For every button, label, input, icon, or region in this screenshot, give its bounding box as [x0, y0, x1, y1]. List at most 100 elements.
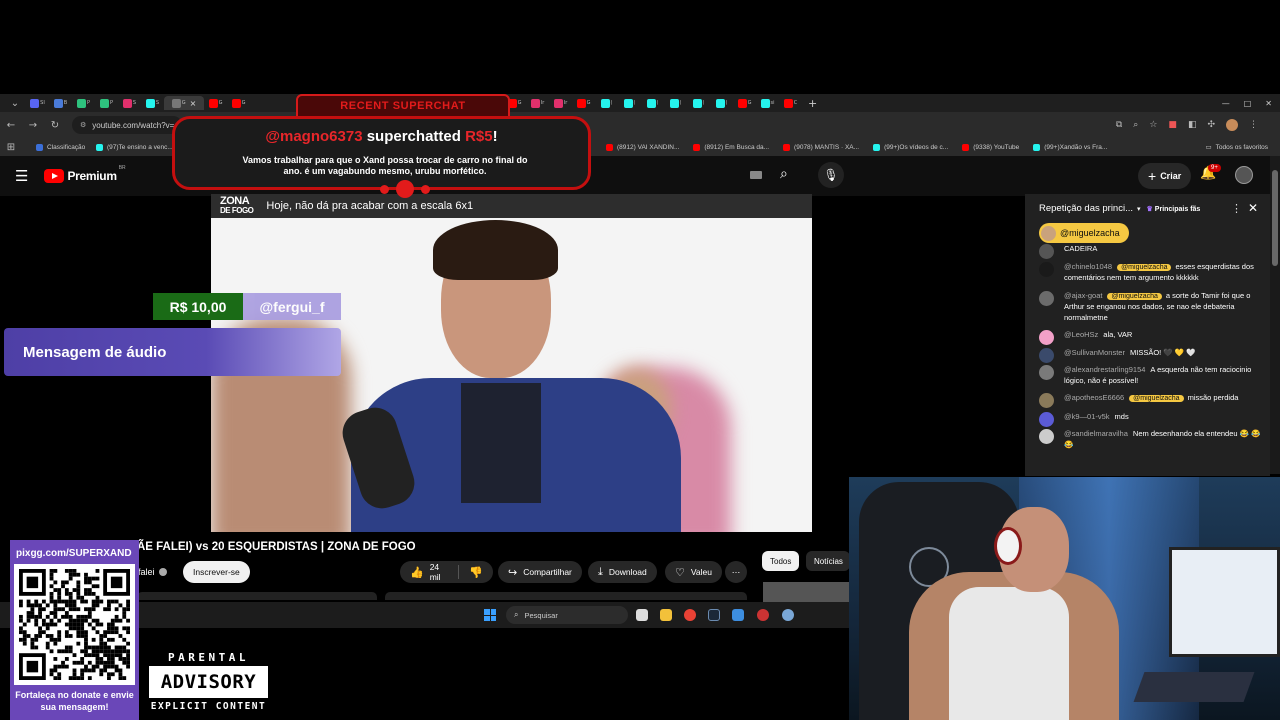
- chat-author[interactable]: @sandielmaravilha: [1064, 429, 1128, 438]
- tab-search-chevron-icon[interactable]: ⌄: [4, 98, 26, 109]
- youtube-premium-logo[interactable]: Premium BR: [44, 165, 126, 183]
- chat-author[interactable]: @k9—01-v5k: [1064, 412, 1110, 421]
- browser-tab[interactable]: S: [118, 96, 141, 110]
- bookmark-item[interactable]: (99+)Xandão vs Fra...: [1033, 143, 1107, 151]
- app-red-icon[interactable]: [757, 609, 769, 621]
- browser-tab[interactable]: P: [95, 96, 118, 110]
- extension-icon[interactable]: ◧: [1188, 120, 1197, 130]
- browser-tab[interactable]: (: [595, 96, 618, 110]
- url-input[interactable]: ⚙ youtube.com/watch?v=c: [72, 116, 182, 134]
- back-arrow-icon[interactable]: ←: [0, 120, 22, 131]
- file-explorer-icon[interactable]: [660, 609, 672, 621]
- chat-author[interactable]: @chinelo1048: [1064, 262, 1112, 271]
- second-bookmark[interactable]: (97)Te ensino a venc...: [96, 138, 173, 156]
- chat-author[interactable]: @alexandrestarling9154: [1064, 365, 1145, 374]
- task-view-icon[interactable]: [636, 609, 648, 621]
- create-button[interactable]: + Criar: [1138, 163, 1192, 189]
- chat-author[interactable]: @SullivanMonster: [1064, 348, 1125, 357]
- browser-tab[interactable]: G: [733, 96, 756, 110]
- chat-author[interactable]: @LeoHSz: [1064, 330, 1098, 339]
- browser-tab[interactable]: G ×: [164, 96, 204, 110]
- close-chat-icon[interactable]: ✕: [1248, 201, 1258, 215]
- bookmark-item[interactable]: (8912) VAI XANDIN...: [606, 143, 679, 151]
- chrome-icon[interactable]: [684, 609, 696, 621]
- maximize-icon[interactable]: □: [1244, 99, 1252, 108]
- steam-icon[interactable]: [708, 609, 720, 621]
- browser-tab[interactable]: si: [756, 96, 779, 110]
- keyboard-icon[interactable]: [750, 171, 762, 179]
- chat-avatar[interactable]: [1039, 429, 1054, 444]
- thumbs-down-icon[interactable]: 👎: [469, 566, 483, 579]
- browser-tab[interactable]: G: [227, 96, 250, 110]
- chat-author[interactable]: @ajax-goat: [1064, 291, 1102, 300]
- chat-author[interactable]: @apotheosE6666: [1064, 393, 1124, 402]
- browser-tab[interactable]: S: [141, 96, 164, 110]
- browser-menu-icon[interactable]: ⋮: [1249, 120, 1258, 130]
- extensions-puzzle-icon[interactable]: ✣: [1207, 120, 1215, 130]
- recommended-thumbnail[interactable]: [763, 582, 849, 602]
- new-tab-button[interactable]: +: [808, 97, 817, 110]
- browser-tab[interactable]: B: [49, 96, 72, 110]
- browser-tab[interactable]: G: [572, 96, 595, 110]
- pinned-user-chip[interactable]: @miguelzacha: [1039, 223, 1129, 243]
- browser-tab[interactable]: Ir: [549, 96, 572, 110]
- browser-tab[interactable]: G: [204, 96, 227, 110]
- bookmark-item[interactable]: (99+)Os vídeos de c...: [873, 143, 948, 151]
- share-button[interactable]: ↪ Compartilhar: [498, 561, 582, 583]
- browser-tab[interactable]: SI: [26, 96, 49, 110]
- thanks-button[interactable]: ♡ Valeu: [665, 561, 722, 583]
- windows-start-icon[interactable]: [484, 609, 496, 621]
- site-info-icon[interactable]: ⚙: [80, 121, 86, 129]
- chat-more-icon[interactable]: ⋮: [1231, 202, 1242, 215]
- zoom-icon[interactable]: ⌕: [1133, 120, 1138, 130]
- account-avatar[interactable]: [1235, 166, 1253, 184]
- chat-avatar[interactable]: [1039, 393, 1054, 408]
- apps-grid-icon[interactable]: ⊞: [0, 142, 22, 153]
- browser-tab[interactable]: C: [779, 96, 802, 110]
- browser-tab[interactable]: (: [641, 96, 664, 110]
- install-app-icon[interactable]: ⧉: [1116, 120, 1122, 130]
- chat-avatar[interactable]: [1039, 347, 1054, 363]
- chat-avatar[interactable]: [1039, 365, 1054, 380]
- chat-avatar[interactable]: [1039, 330, 1054, 345]
- reload-icon[interactable]: ↻: [44, 120, 66, 131]
- browser-tab[interactable]: (: [710, 96, 733, 110]
- minimize-icon[interactable]: —: [1222, 99, 1230, 108]
- chat-avatar[interactable]: [1039, 411, 1054, 427]
- download-button[interactable]: ⤓ Download: [588, 561, 657, 583]
- subscribe-button[interactable]: Inscrever-se: [183, 561, 250, 583]
- more-actions-button[interactable]: ⋯: [725, 561, 747, 583]
- bookmark-star-icon[interactable]: ☆: [1149, 120, 1157, 130]
- extension-red-icon[interactable]: ■: [1168, 120, 1177, 130]
- browser-tab[interactable]: (: [687, 96, 710, 110]
- close-window-icon[interactable]: ✕: [1265, 99, 1272, 108]
- browser-tab[interactable]: (: [664, 96, 687, 110]
- like-count[interactable]: 24 mil: [430, 562, 449, 582]
- taskbar-search[interactable]: ⌕ Pesquisar: [506, 606, 628, 624]
- browser-tab[interactable]: (: [618, 96, 641, 110]
- channel-name[interactable]: falei: [138, 567, 167, 577]
- thumbs-up-icon[interactable]: 👍: [410, 566, 424, 579]
- forward-arrow-icon[interactable]: →: [22, 120, 44, 131]
- bookmark-item[interactable]: (8912) Em Busca da...: [693, 143, 769, 151]
- first-bookmark[interactable]: Classificação: [36, 138, 85, 156]
- settings-gear-icon[interactable]: [782, 609, 794, 621]
- tab-close-icon[interactable]: ×: [190, 99, 197, 108]
- browser-tab[interactable]: P: [72, 96, 95, 110]
- app-blue-icon[interactable]: [732, 609, 744, 621]
- chip-news[interactable]: Notícias: [806, 551, 850, 571]
- search-icon[interactable]: ⌕: [780, 166, 788, 182]
- chat-avatar[interactable]: [1039, 244, 1054, 259]
- browser-tab[interactable]: Ir: [526, 96, 549, 110]
- bookmark-item[interactable]: (9078) MANTIS · XA...: [783, 143, 859, 151]
- bookmark-item[interactable]: (9338) YouTube: [962, 143, 1019, 151]
- chat-header[interactable]: Repetição das princi... ▾ ♛ Principais fã…: [1039, 203, 1200, 214]
- all-bookmarks[interactable]: ▭ Todos os favoritos: [1205, 138, 1268, 156]
- chat-avatar[interactable]: [1039, 261, 1054, 277]
- page-scrollbar-thumb[interactable]: [1272, 170, 1278, 266]
- chip-all[interactable]: Todos: [762, 551, 800, 571]
- chat-avatar[interactable]: [1039, 290, 1054, 306]
- profile-avatar[interactable]: [1226, 119, 1238, 131]
- microphone-icon[interactable]: 🎙: [818, 162, 844, 188]
- hamburger-menu-icon[interactable]: ☰: [15, 167, 28, 185]
